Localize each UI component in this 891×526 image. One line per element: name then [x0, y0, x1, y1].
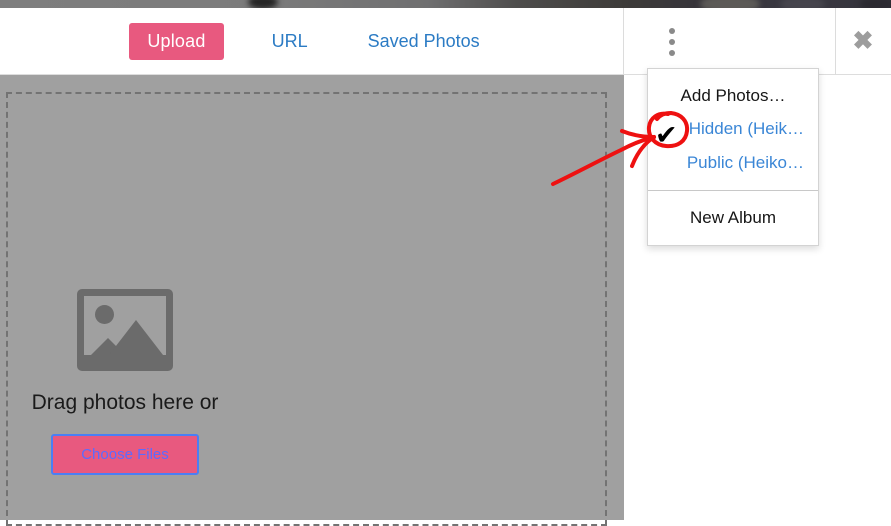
kebab-dot-3: [669, 49, 675, 56]
menu-item-add-photos[interactable]: Add Photos…: [648, 79, 818, 112]
dropdown-section-new: New Album: [648, 189, 818, 245]
kebab-dot-1: [669, 27, 675, 34]
modal-header: Upload URL Saved Photos ✖: [0, 8, 891, 75]
header-divider-left: [623, 8, 624, 75]
upload-modal: Upload URL Saved Photos ✖ Drag photos he…: [0, 8, 891, 526]
dropzone-content: Drag photos here or Choose Files: [10, 289, 240, 476]
source-tabs: Upload URL Saved Photos: [0, 8, 623, 74]
three-dots-vertical-icon[interactable]: [655, 8, 689, 75]
tab-url[interactable]: URL: [258, 22, 322, 60]
kebab-dot-2: [669, 38, 675, 45]
close-x-glyph: ✖: [852, 27, 874, 55]
album-dropdown-menu: Add Photos… Hidden (Heik… Public (Heiko……: [647, 68, 819, 246]
choose-files-button[interactable]: Choose Files: [51, 434, 199, 476]
photo-placeholder-icon: [77, 289, 173, 371]
selected-album-checkmark-icon: ✔: [655, 120, 678, 151]
tab-upload[interactable]: Upload: [129, 22, 224, 60]
photo-icon-ground: [84, 355, 166, 364]
blurred-page-backdrop: [0, 0, 891, 8]
close-x-icon[interactable]: ✖: [835, 8, 891, 75]
tab-saved-photos[interactable]: Saved Photos: [354, 22, 494, 60]
upload-dropzone-area[interactable]: Drag photos here or Choose Files: [0, 75, 624, 526]
menu-item-new-album[interactable]: New Album: [648, 201, 818, 234]
drag-photos-label: Drag photos here or: [31, 391, 219, 414]
